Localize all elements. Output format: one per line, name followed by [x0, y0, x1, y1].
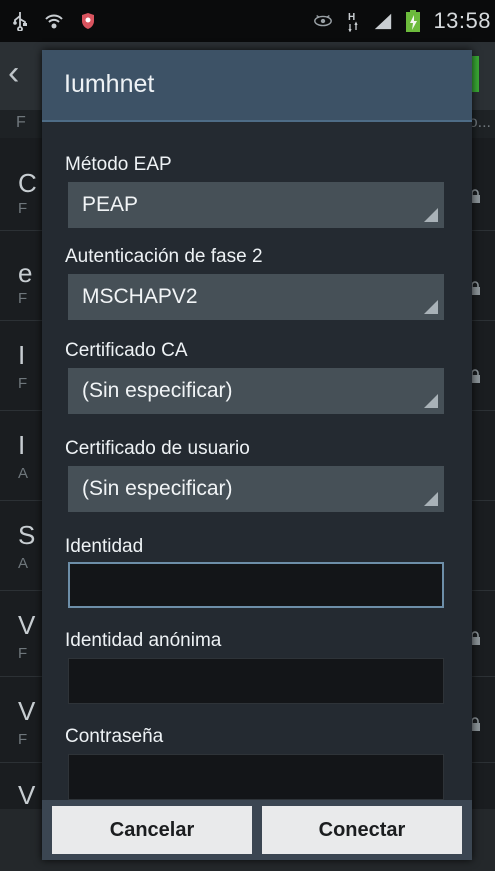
eap-method-label: Método EAP	[65, 154, 172, 175]
dialog-title: Iumhnet	[64, 70, 155, 98]
identity-input[interactable]	[68, 562, 444, 608]
signal-icon	[373, 11, 393, 31]
shield-icon	[78, 11, 98, 31]
identity-label: Identidad	[65, 536, 144, 557]
dialog-title-bar: Iumhnet	[42, 50, 472, 122]
usb-icon	[10, 11, 30, 31]
dialog-button-bar: Cancelar Conectar	[42, 800, 472, 860]
ca-certificate-select[interactable]: (Sin especificar)	[68, 368, 444, 414]
anonymous-identity-label: Identidad anónima	[65, 630, 222, 651]
user-certificate-select[interactable]: (Sin especificar)	[68, 466, 444, 512]
eap-method-value: PEAP	[82, 193, 139, 216]
phase2-auth-select[interactable]: MSCHAPV2	[68, 274, 444, 320]
dropdown-corner-icon	[424, 394, 438, 408]
dropdown-corner-icon	[424, 492, 438, 506]
dialog-body[interactable]: Método EAP PEAP Autenticación de fase 2 …	[42, 122, 472, 800]
eye-icon	[313, 11, 333, 31]
ca-certificate-label: Certificado CA	[65, 340, 188, 361]
password-input[interactable]	[68, 754, 444, 800]
hspa-icon: H	[343, 11, 363, 32]
phase2-auth-value: MSCHAPV2	[82, 285, 198, 308]
clock: 13:58	[433, 8, 491, 33]
dropdown-corner-icon	[424, 208, 438, 222]
eap-method-select[interactable]: PEAP	[68, 182, 444, 228]
anonymous-identity-input[interactable]	[68, 658, 444, 704]
password-label: Contraseña	[65, 726, 164, 747]
status-bar: H 13:58	[0, 0, 495, 42]
user-certificate-label: Certificado de usuario	[65, 438, 250, 459]
ca-certificate-value: (Sin especificar)	[82, 379, 233, 402]
connect-button[interactable]: Conectar	[262, 806, 462, 854]
eap-config-dialog: Iumhnet Método EAP PEAP Autenticación de…	[42, 50, 472, 860]
cancel-button[interactable]: Cancelar	[52, 806, 252, 854]
dropdown-corner-icon	[424, 300, 438, 314]
battery-icon	[403, 10, 423, 32]
svg-text:H: H	[348, 12, 355, 23]
back-arrow-icon: ‹	[8, 54, 20, 92]
user-certificate-value: (Sin especificar)	[82, 477, 233, 500]
wifi-settings-icon	[44, 11, 64, 31]
phase2-auth-label: Autenticación de fase 2	[65, 246, 263, 267]
